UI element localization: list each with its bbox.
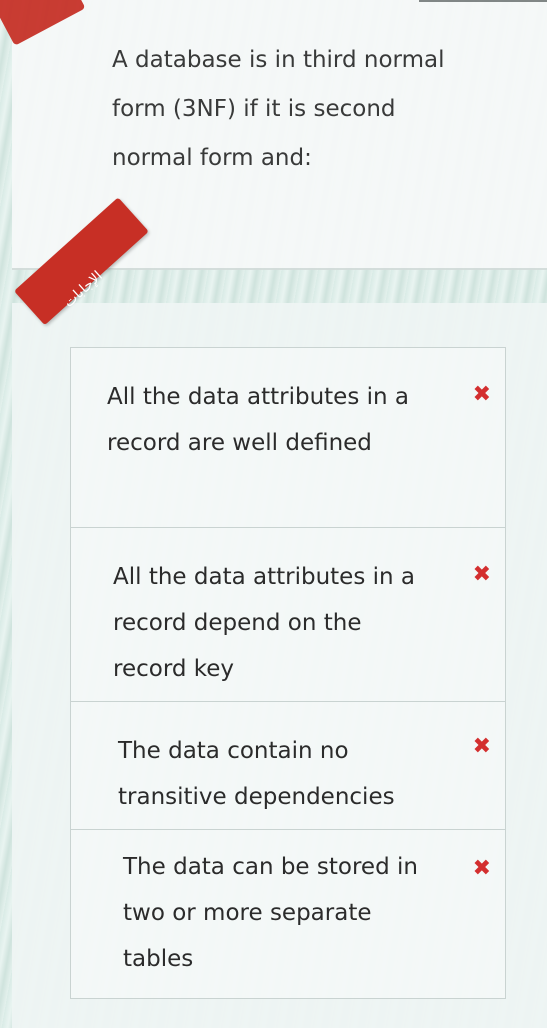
answer-option-1[interactable]: All the data attributes in a record are … xyxy=(71,348,505,527)
incorrect-x-icon: ✖ xyxy=(472,382,491,407)
answer-option-text: The data contain no transitive dependenc… xyxy=(118,738,395,810)
answer-option-4[interactable]: The data can be stored in two or more se… xyxy=(71,829,505,999)
divider-line xyxy=(419,0,547,2)
answers-list: All the data attributes in a record are … xyxy=(70,347,506,999)
question-ribbon xyxy=(0,0,86,46)
answer-option-3[interactable]: The data contain no transitive dependenc… xyxy=(71,701,505,830)
incorrect-x-icon: ✖ xyxy=(472,562,491,587)
answer-option-text: All the data attributes in a record depe… xyxy=(113,564,415,682)
answer-option-2[interactable]: All the data attributes in a record depe… xyxy=(71,527,505,702)
incorrect-x-icon: ✖ xyxy=(472,734,491,759)
answer-option-text: The data can be stored in two or more se… xyxy=(123,854,418,972)
answer-option-text: All the data attributes in a record are … xyxy=(107,384,409,456)
question-text: A database is in third normal form (3NF)… xyxy=(112,47,445,171)
incorrect-x-icon: ✖ xyxy=(472,856,491,881)
